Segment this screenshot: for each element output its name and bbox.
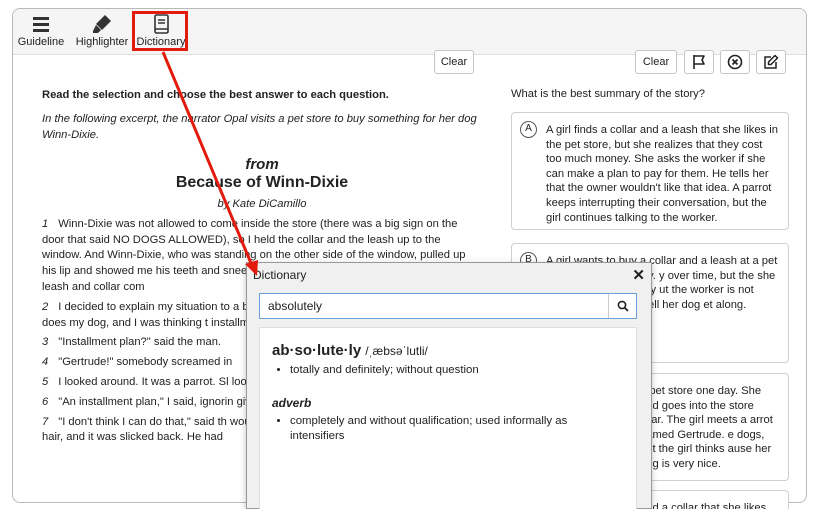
search-icon	[617, 300, 629, 312]
passage-title: Because of Winn-Dixie	[175, 174, 349, 192]
pronunciation: /ˌæbsəˈlutli/	[365, 344, 428, 358]
paragraph-number: 5	[42, 375, 49, 388]
paragraph-number: 7	[42, 415, 49, 428]
headword: ab·so·lute·ly	[272, 342, 362, 359]
dictionary-result: ab·so·lute·ly/ˌæbsəˈlutli/ totally and d…	[259, 327, 637, 509]
paragraph-number: 4	[42, 356, 49, 369]
dictionary-search-input[interactable]	[260, 294, 608, 318]
guideline-label: Guideline	[17, 36, 65, 48]
dictionary-search	[259, 293, 637, 319]
clear-answer-button[interactable]: Clear	[635, 50, 677, 74]
definition: totally and definitely; without question	[290, 363, 624, 378]
question-prompt: What is the best summary of the story?	[511, 88, 705, 100]
passage-byline: by Kate DiCamillo	[217, 197, 307, 210]
passage-instructions: Read the selection and choose the best a…	[42, 89, 389, 101]
highlighter-label: Highlighter	[75, 36, 129, 48]
flag-button[interactable]	[684, 50, 714, 74]
option-text: A girl finds a collar and a leash that s…	[546, 124, 778, 224]
guideline-tool[interactable]: Guideline	[15, 13, 67, 48]
definition-list: completely and without qualification; us…	[290, 414, 624, 444]
edit-icon	[764, 54, 779, 69]
highlighter-icon	[93, 15, 111, 33]
dictionary-entry: ab·so·lute·ly/ˌæbsəˈlutli/	[272, 342, 624, 359]
dictionary-search-button[interactable]	[608, 294, 636, 318]
option-text: a pet store one day. She and goes into t…	[640, 385, 773, 470]
eliminate-button[interactable]	[720, 50, 750, 74]
circle-x-icon	[727, 54, 743, 70]
paragraph-number: 2	[42, 300, 49, 313]
option-letter: A	[520, 121, 537, 138]
answer-option-a[interactable]: A A girl finds a collar and a leash that…	[511, 112, 789, 230]
option-text: and a collar that she likes	[640, 502, 767, 509]
highlighter-tool[interactable]: Highlighter	[71, 13, 133, 48]
passage-from: from	[245, 156, 279, 174]
flag-icon	[693, 55, 705, 69]
dictionary-highlight-box	[132, 11, 188, 51]
paragraph-number: 1	[42, 217, 49, 230]
paragraph-text: "Installment plan?" said the man.	[58, 336, 222, 349]
guideline-icon	[33, 17, 49, 32]
passage-intro: In the following excerpt, the narrator O…	[42, 112, 477, 141]
dictionary-header[interactable]: Dictionary ✕	[247, 263, 651, 287]
dictionary-popup: Dictionary ✕ ab·so·lute·ly/ˌæbsəˈlutli/ …	[246, 262, 652, 509]
definition: completely and without qualification; us…	[290, 414, 624, 444]
part-of-speech: adverb	[272, 396, 312, 410]
paragraph-number: 3	[42, 336, 49, 349]
paragraph-number: 6	[42, 395, 49, 408]
notes-button[interactable]	[756, 50, 786, 74]
dictionary-title: Dictionary	[253, 268, 307, 282]
close-icon[interactable]: ✕	[632, 266, 645, 284]
clear-passage-button[interactable]: Clear	[434, 50, 474, 74]
definition-list: totally and definitely; without question	[290, 363, 624, 378]
paragraph-text: "Gertrude!" somebody screamed in	[58, 356, 233, 369]
